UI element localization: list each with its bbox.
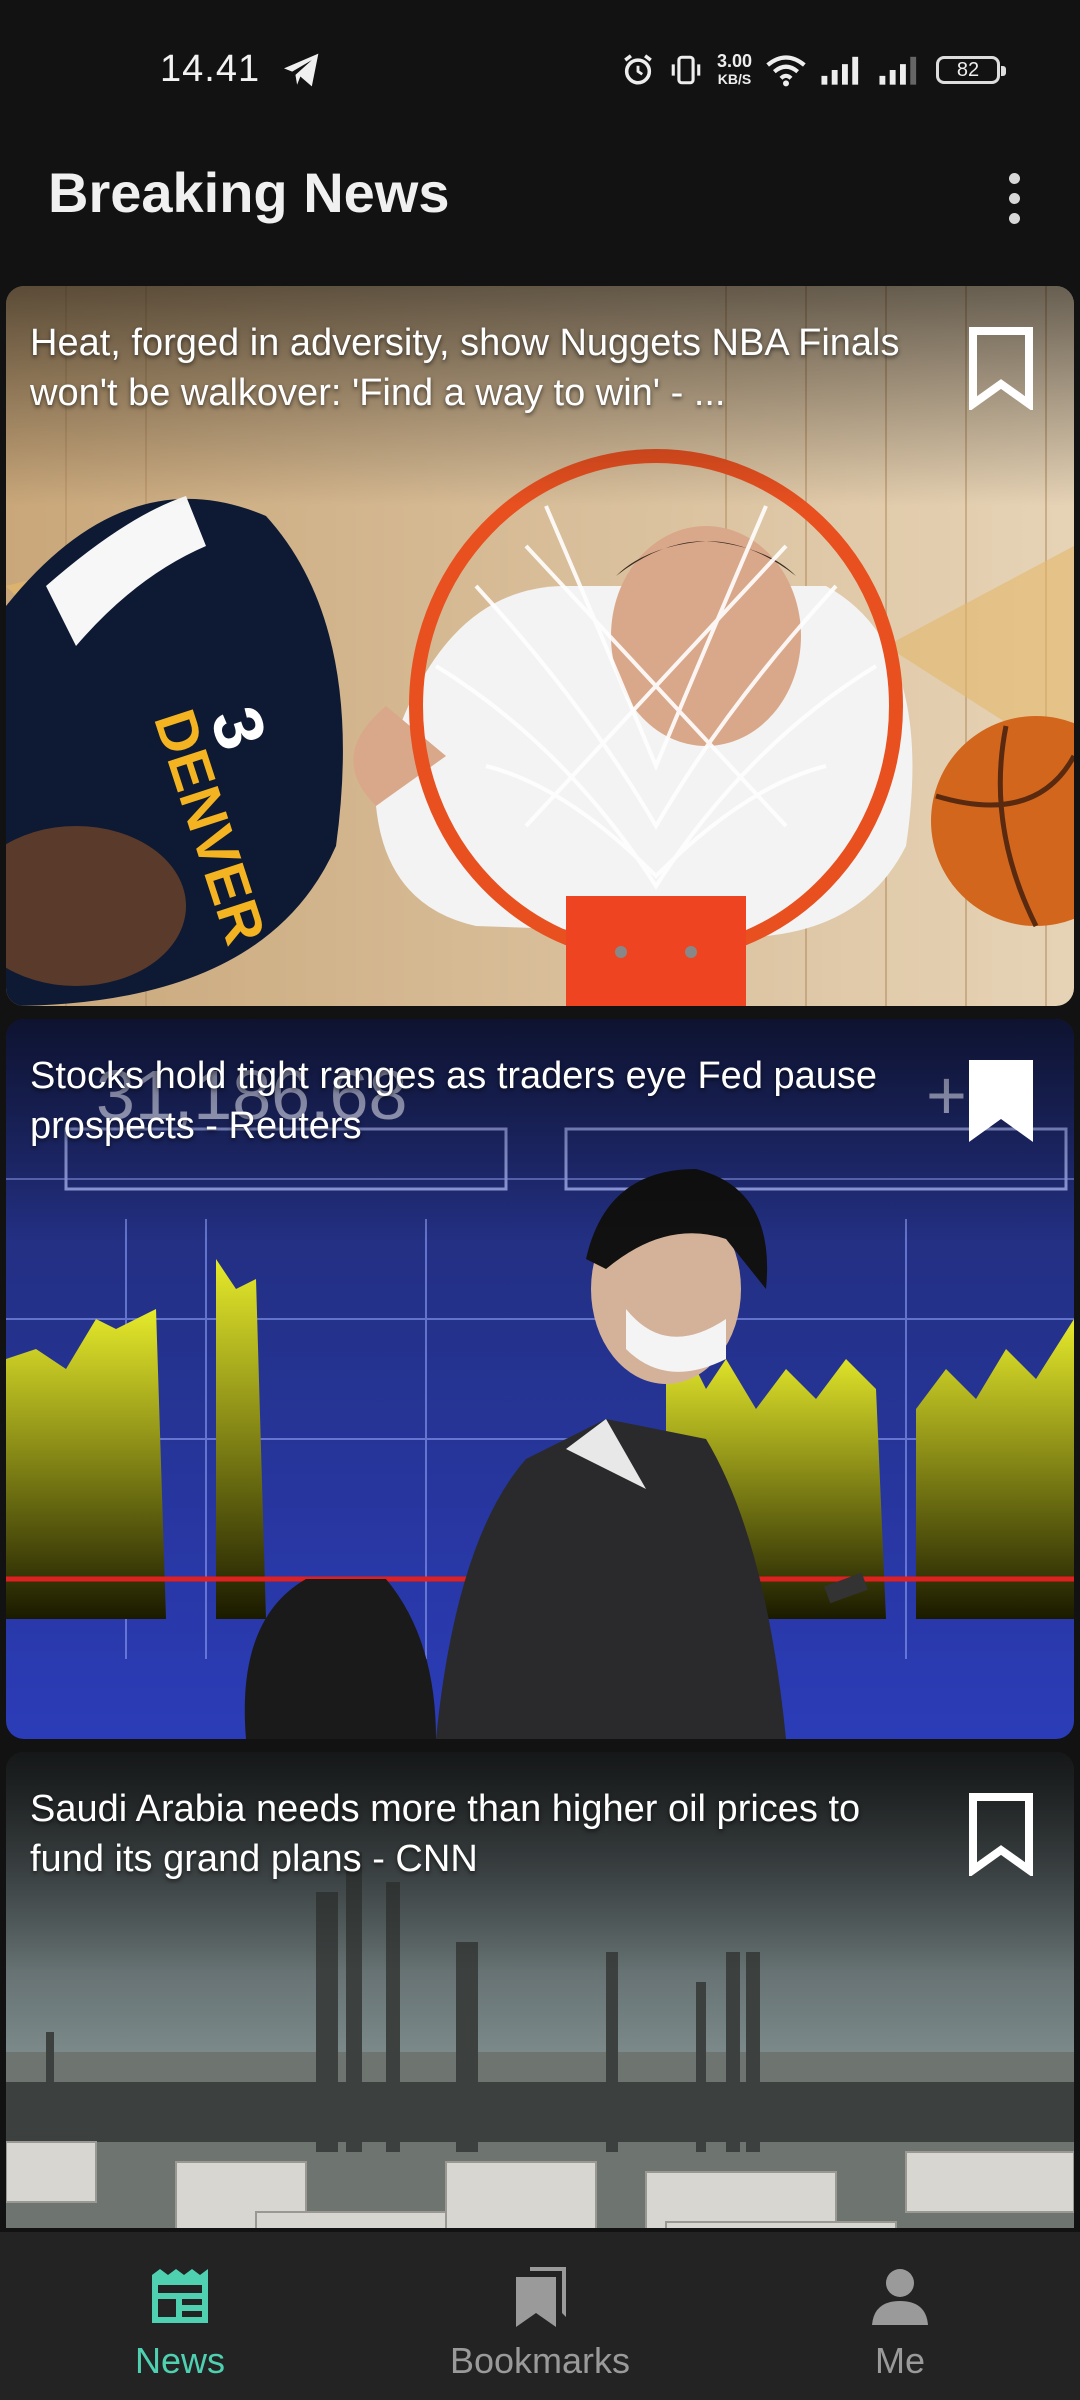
battery-icon: 82 [936,56,1006,84]
news-card[interactable]: 31,186.68 +5 Stocks hold tight ranges as… [6,1019,1074,1739]
page-title: Breaking News [48,161,450,224]
bookmark-icon[interactable] [968,326,1034,410]
bottom-navigation: News Bookmarks Me [0,2232,1080,2400]
more-dot [1008,172,1020,184]
bookmark-icon[interactable] [968,1792,1034,1876]
article-title: Heat, forged in adversity, show Nuggets … [30,322,900,414]
status-time: 14.41 [160,48,261,90]
article-title: Stocks hold tight ranges as traders eye … [30,1055,878,1147]
article-title: Saudi Arabia needs more than higher oil … [30,1788,861,1880]
news-feed[interactable]: DENVER 3 Heat, forged in adversity, show… [6,286,1074,2228]
wifi-icon [766,55,806,87]
nav-label: News [134,2340,226,2381]
battery-level: 82 [956,58,980,81]
nav-label: Me [874,2340,925,2381]
more-dot [1008,212,1020,224]
person-icon [865,2262,935,2332]
more-dot [1008,192,1020,204]
more-options-button[interactable] [974,158,1054,238]
signal-icon [821,56,859,85]
news-card[interactable]: DENVER 3 Heat, forged in adversity, show… [6,286,1074,1006]
nav-bookmarks[interactable]: Bookmarks [390,2232,690,2400]
telegram-icon [284,53,319,87]
app-bar: Breaking News [0,140,1080,280]
status-bar: 14.41 3.00 KB/S 82 [0,0,1080,140]
signal-icon-2 [879,56,917,85]
bookmarks-icon [505,2262,575,2332]
vibrate-icon [671,55,701,85]
newspaper-icon [145,2262,215,2332]
nav-label: Bookmarks [449,2340,631,2381]
nav-me[interactable]: Me [750,2232,1050,2400]
alarm-icon [624,54,652,85]
status-icons: 3.00 KB/S 82 [621,48,1006,92]
news-card[interactable]: Saudi Arabia needs more than higher oil … [6,1752,1074,2228]
network-speed: 3.00 KB/S [716,51,752,87]
nav-news[interactable]: News [30,2232,330,2400]
bookmark-filled-icon[interactable] [968,1059,1034,1143]
